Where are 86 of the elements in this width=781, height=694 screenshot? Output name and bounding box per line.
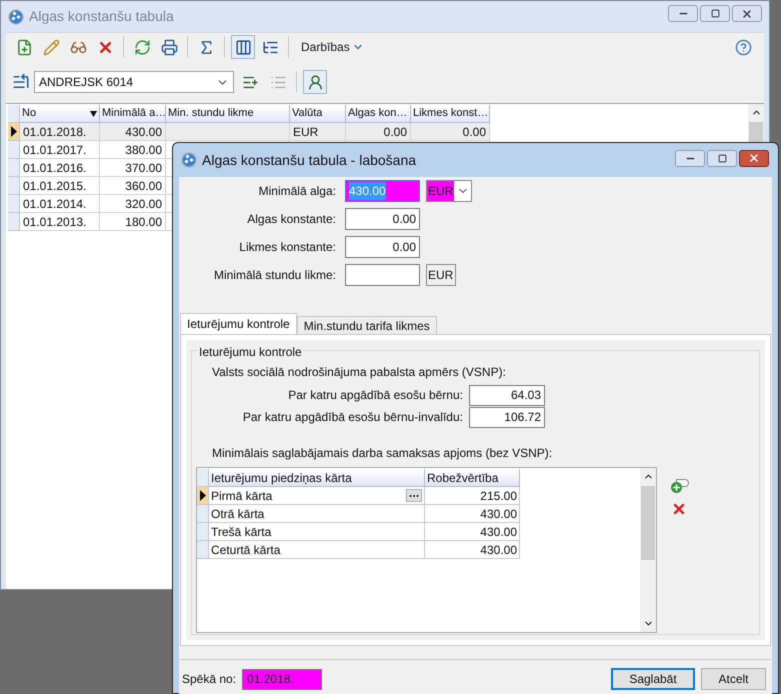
table-cell: 430.00 xyxy=(425,541,520,559)
delete-row-icon[interactable] xyxy=(671,501,687,517)
maximize-icon xyxy=(710,9,720,18)
table-row[interactable]: Ceturtā kārta 430.00 xyxy=(197,541,640,559)
column-header[interactable]: Min. stundu likme xyxy=(166,105,290,123)
table-row[interactable]: Trešā kārta 430.00 xyxy=(197,523,640,541)
maximize-icon xyxy=(718,154,726,162)
window-title: Algas konstanšu tabula xyxy=(29,7,174,26)
row-indicator xyxy=(8,177,20,195)
table-row[interactable]: Otrā kārta 430.00 xyxy=(197,505,640,523)
field-label: Par katru apgādībā esošu bērnu-invalīdu: xyxy=(242,409,464,426)
row-pointer-icon xyxy=(200,490,206,501)
column-header[interactable]: No xyxy=(20,105,100,123)
refresh-icon xyxy=(134,38,150,56)
field-label: Minimālā alga: xyxy=(258,183,337,200)
field-label: Likmes konstante: xyxy=(238,239,337,256)
header-corner xyxy=(197,469,209,487)
field-label: Spēkā no: xyxy=(182,671,236,688)
field-label: Par katru apgādībā esošu bērnu: xyxy=(287,387,464,404)
currency-select[interactable]: EUR xyxy=(426,180,472,202)
input-field[interactable]: 0.00 xyxy=(345,236,420,258)
row-indicator xyxy=(8,213,20,231)
input-field[interactable] xyxy=(345,264,420,286)
dialog-button[interactable]: Atcelt xyxy=(701,668,766,690)
actions-menu[interactable]: Darbības xyxy=(301,38,364,56)
filter-button[interactable] xyxy=(303,70,327,94)
scrollbar[interactable] xyxy=(640,468,656,632)
table-cell: 180.00 xyxy=(100,213,166,231)
ellipsis-button[interactable] xyxy=(406,489,422,502)
table-cell: 430.00 xyxy=(425,505,520,523)
table-row[interactable]: Pirmā kārta 215.00 xyxy=(197,487,640,505)
row-indicator xyxy=(8,195,20,213)
app-logo-icon xyxy=(181,152,197,168)
field-label: Algas konstante: xyxy=(246,211,337,228)
dialog-title: Algas konstanšu tabula - labošana xyxy=(202,150,416,170)
row-indicator xyxy=(197,523,209,541)
table-cell: 01.01.2013. xyxy=(20,213,100,231)
input-field[interactable]: 64.03 xyxy=(469,384,545,406)
row-indicator xyxy=(197,505,209,523)
add-row-icon[interactable] xyxy=(671,479,689,493)
close-button[interactable] xyxy=(732,5,762,22)
input-field[interactable]: 0.00 xyxy=(345,208,420,230)
input-field[interactable]: 106.72 xyxy=(469,406,545,428)
table-cell: Ceturtā kārta xyxy=(209,541,425,559)
tab[interactable]: Min.stundu tarifa likmes xyxy=(296,316,437,334)
table-cell: 215.00 xyxy=(425,487,520,505)
help-icon[interactable] xyxy=(735,38,752,56)
row-indicator xyxy=(8,159,20,177)
table-cell: 430.00 xyxy=(425,523,520,541)
column-header[interactable]: Ieturējumu piedziņas kārta xyxy=(209,469,425,487)
pencil-icon xyxy=(42,38,60,56)
person-icon xyxy=(306,74,324,90)
table-cell: Trešā kārta xyxy=(209,523,425,541)
scroll-thumb[interactable] xyxy=(641,486,655,560)
list-arrow-icon[interactable] xyxy=(12,73,30,91)
maximize-button[interactable] xyxy=(707,150,737,166)
table-cell: Pirmā kārta xyxy=(209,487,425,505)
app-logo-icon xyxy=(8,8,24,24)
new-document-icon xyxy=(16,38,32,56)
employee-select[interactable]: ANDREJSK 6014 xyxy=(34,71,234,93)
row-indicator xyxy=(197,541,209,559)
date-field[interactable]: 01.2018. xyxy=(242,668,322,690)
column-header[interactable]: Likmes konst… xyxy=(411,105,490,123)
dialog-button[interactable]: Saglabāt xyxy=(611,668,695,690)
table-row[interactable]: 01.01.2018. 430.00 EUR 0.00 0.00 xyxy=(8,123,490,141)
close-icon xyxy=(748,152,760,164)
section-label: Valsts sociālā nodrošinājuma pabalsta apmērs (VSNP): xyxy=(212,364,507,381)
toolbar-button[interactable] xyxy=(231,35,255,59)
columns-icon xyxy=(234,38,252,56)
field-label: Minimālā stundu likme: xyxy=(212,267,337,284)
column-header[interactable]: Minimālā a… xyxy=(100,105,166,123)
section-label: Minimālais saglabājamais darba samaksas apjoms (bez VSNP): xyxy=(212,445,554,462)
close-button[interactable] xyxy=(739,150,769,166)
column-header[interactable]: Algas kon… xyxy=(346,105,411,123)
row-indicator xyxy=(8,141,20,159)
close-icon xyxy=(741,8,753,20)
tab[interactable]: Ieturējumu kontrole xyxy=(180,313,297,334)
header-corner xyxy=(8,105,20,123)
row-pointer-icon xyxy=(10,126,16,137)
currency-box: EUR xyxy=(426,264,456,286)
column-header[interactable]: Robežvērtība xyxy=(425,469,520,487)
table-cell: Otrā kārta xyxy=(209,505,425,523)
sort-arrow-icon xyxy=(90,110,97,116)
column-header[interactable]: Valūta xyxy=(290,105,346,123)
maximize-button[interactable] xyxy=(700,5,730,22)
print-icon xyxy=(160,38,178,56)
